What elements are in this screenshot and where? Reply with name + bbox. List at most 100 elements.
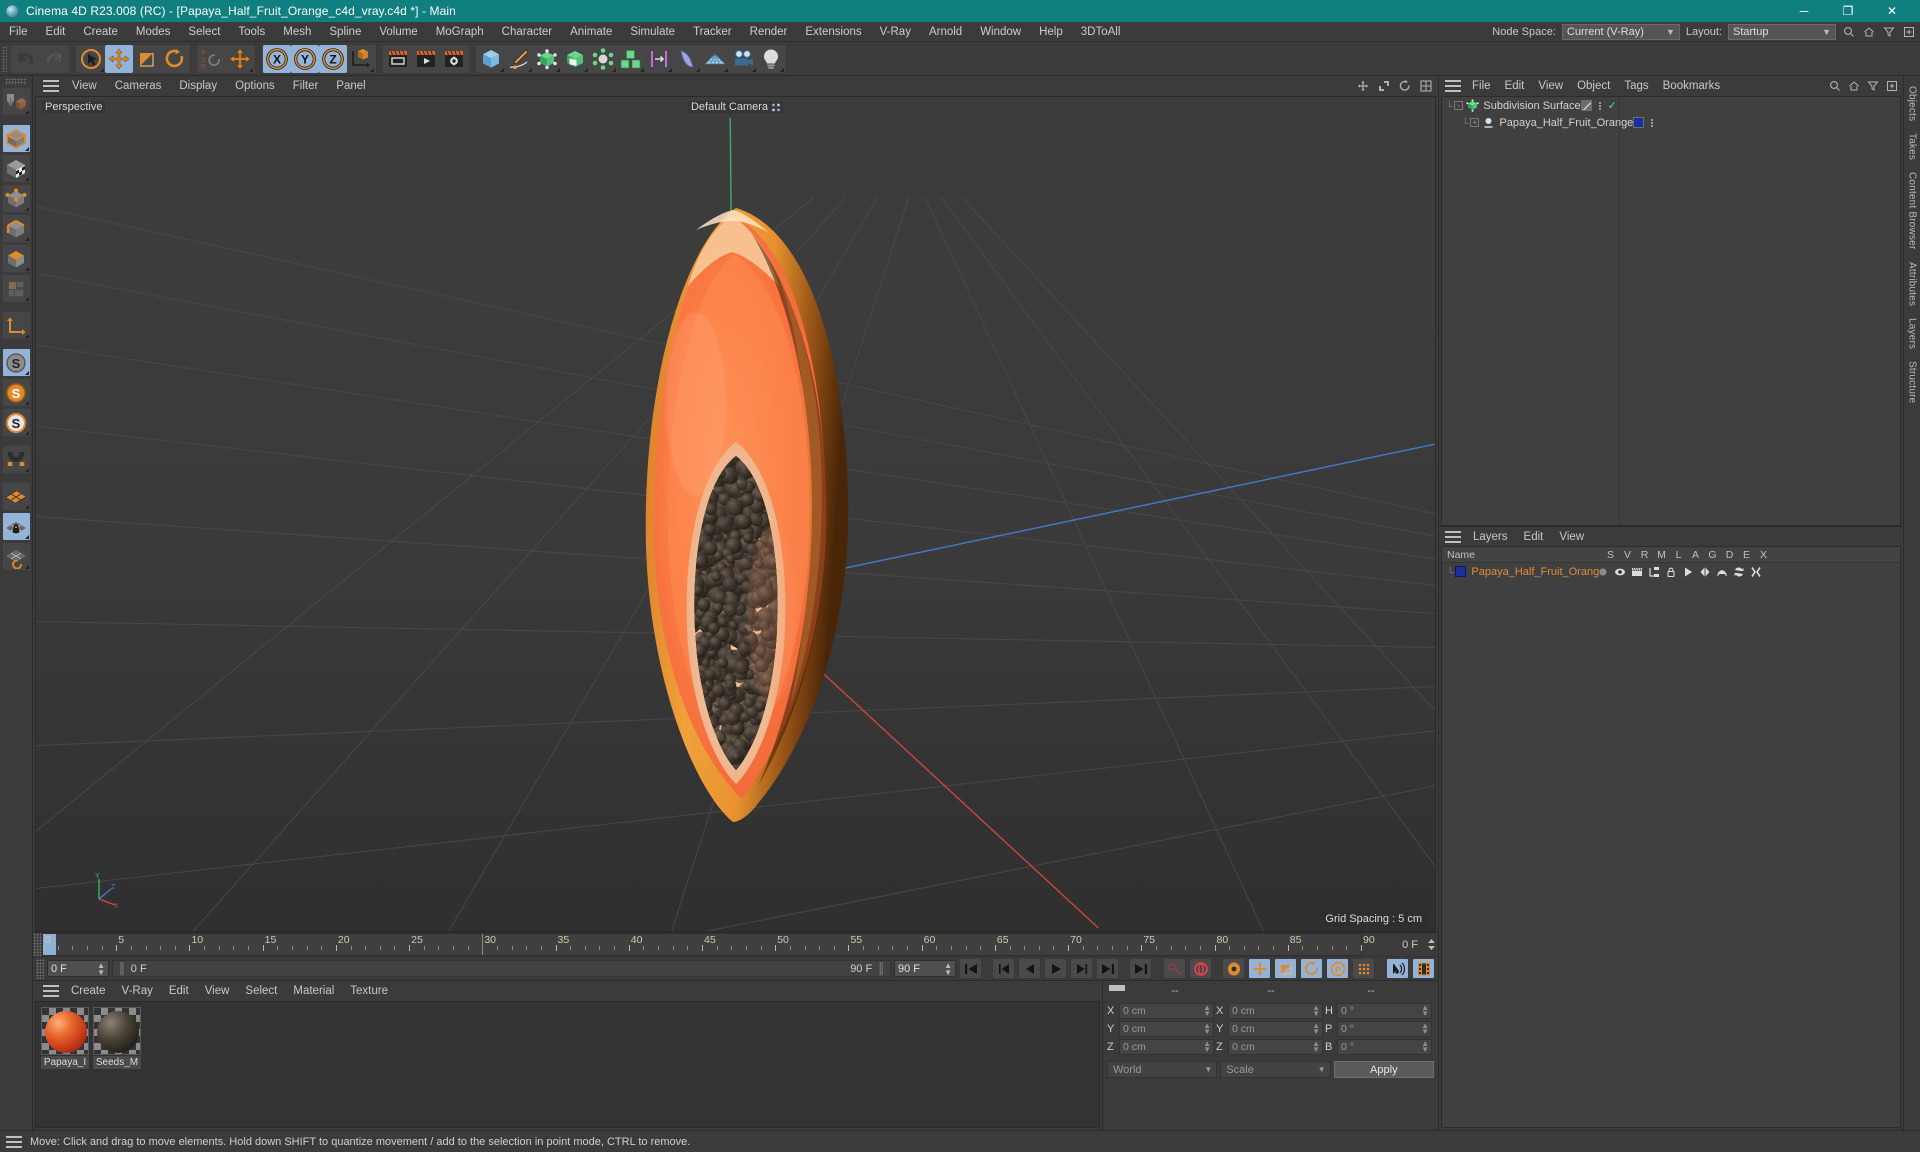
menu-item-arnold[interactable]: Arnold [920, 22, 971, 42]
maximize-view-icon[interactable] [1420, 80, 1432, 92]
menu-item-select[interactable]: Select [179, 22, 229, 42]
search-icon[interactable] [1829, 80, 1841, 92]
coord-rot-input[interactable]: 0 ° ▲ ▼ [1337, 1021, 1432, 1037]
max-frame-field[interactable]: 90 F ▲ ▼ [894, 960, 956, 977]
expander-toggle[interactable]: + [1470, 118, 1480, 127]
s-gray-icon[interactable]: S [1, 348, 31, 377]
object-menu-view[interactable]: View [1531, 76, 1570, 96]
viewport-menu-cameras[interactable]: Cameras [106, 76, 171, 96]
scene-object-icon[interactable] [561, 45, 589, 73]
deformer-icon[interactable] [1713, 566, 1730, 578]
plus-box-icon[interactable] [1886, 80, 1898, 92]
node-space-select[interactable]: Current (V-Ray) ▼ [1561, 24, 1680, 40]
stepper-icon[interactable]: ▲ ▼ [944, 962, 952, 977]
s-outline-icon[interactable]: S [1, 408, 31, 437]
model-mode-icon[interactable] [1, 124, 31, 153]
keyframe-selection-icon[interactable] [1222, 958, 1245, 979]
apply-button[interactable]: Apply [1333, 1061, 1434, 1078]
layer-menu-view[interactable]: View [1551, 527, 1592, 547]
stepper-icon[interactable]: ▲ ▼ [1421, 1004, 1429, 1018]
material-menu-v-ray[interactable]: V-Ray [114, 981, 161, 1001]
coord-size-input[interactable]: 0 cm ▲ ▼ [1228, 1021, 1323, 1037]
solo-dot-icon[interactable] [1594, 566, 1611, 578]
menu-item-create[interactable]: Create [74, 22, 127, 42]
coord-rot-input[interactable]: 0 ° ▲ ▼ [1337, 1039, 1432, 1055]
cube-primitive-icon[interactable] [477, 45, 505, 73]
expression-icon[interactable] [1730, 566, 1747, 578]
object-manager-tree[interactable]: └ - Subdivision Surface ✓ └ + Papaya_Half_Frui… [1441, 96, 1901, 526]
lock-icon[interactable] [1662, 566, 1679, 578]
menu-item-volume[interactable]: Volume [370, 22, 426, 42]
hamburger-icon[interactable] [1445, 530, 1461, 543]
grid-lock-icon[interactable] [1, 512, 31, 541]
menu-item-tools[interactable]: Tools [229, 22, 274, 42]
viewport-menu-view[interactable]: View [63, 76, 106, 96]
material-menu-texture[interactable]: Texture [342, 981, 396, 1001]
make-editable-icon[interactable] [1, 87, 31, 116]
coord-pos-input[interactable]: 0 cm ▲ ▼ [1119, 1003, 1214, 1019]
scale-icon[interactable] [133, 45, 161, 73]
material-item[interactable]: Seeds_M [93, 1007, 141, 1069]
menu-item-animate[interactable]: Animate [561, 22, 621, 42]
autokey-key-icon[interactable] [1163, 958, 1186, 979]
polygons-mode-icon[interactable] [1, 244, 31, 273]
magnet-icon[interactable] [1, 445, 31, 474]
right-tab-attributes[interactable]: Attributes [1906, 256, 1919, 312]
object-display-tag[interactable] [1580, 100, 1592, 111]
menu-item-window[interactable]: Window [971, 22, 1030, 42]
stepper-icon[interactable]: ▲ ▼ [1312, 1004, 1320, 1018]
stepper-icon[interactable]: ▲ ▼ [1312, 1040, 1320, 1054]
menu-item-render[interactable]: Render [741, 22, 797, 42]
go-to-end-icon[interactable] [1129, 958, 1152, 979]
menu-item-character[interactable]: Character [493, 22, 562, 42]
search-icon[interactable] [1842, 25, 1856, 39]
transport-drag-handle[interactable] [36, 958, 44, 979]
move-view-icon[interactable] [1357, 80, 1369, 92]
menu-item-3dtoall[interactable]: 3DToAll [1072, 22, 1130, 42]
timeline-drag-handle[interactable] [33, 933, 42, 956]
material-preview-swatch[interactable] [93, 1007, 141, 1055]
texture-mode-icon[interactable] [1, 154, 31, 183]
menu-item-modes[interactable]: Modes [127, 22, 180, 42]
rotation-key-icon[interactable] [1300, 958, 1323, 979]
object-menu-tags[interactable]: Tags [1617, 76, 1655, 96]
expander-toggle[interactable]: - [1454, 101, 1464, 110]
autokeying-icon[interactable] [1189, 958, 1212, 979]
move-icon[interactable] [105, 44, 133, 73]
y-axis-icon[interactable]: Y [291, 44, 319, 73]
menu-item-file[interactable]: File [0, 22, 37, 42]
render-settings-icon[interactable] [440, 45, 468, 73]
play-icon[interactable] [1044, 958, 1067, 979]
deformer-icon[interactable] [589, 45, 617, 73]
generator-icon[interactable] [1696, 566, 1713, 578]
floor-icon[interactable] [701, 45, 729, 73]
redo-icon[interactable] [40, 45, 68, 73]
viewport-menu-options[interactable]: Options [226, 76, 284, 96]
plus-box-icon[interactable] [1902, 25, 1916, 39]
coord-pos-input[interactable]: 0 cm ▲ ▼ [1119, 1039, 1214, 1055]
coord-rot-input[interactable]: 0 ° ▲ ▼ [1337, 1003, 1432, 1019]
cloth-icon[interactable] [673, 45, 701, 73]
go-to-start-icon[interactable] [959, 958, 982, 979]
manager-icon[interactable] [1645, 566, 1662, 578]
s-orange-icon[interactable]: S [1, 378, 31, 407]
coord-size-input[interactable]: 0 cm ▲ ▼ [1228, 1039, 1323, 1055]
minimize-button[interactable]: ─ [1782, 0, 1826, 22]
edges-mode-icon[interactable] [1, 214, 31, 243]
coordinate-mode-select[interactable]: Scale ▼ [1220, 1061, 1331, 1078]
menu-item-tracker[interactable]: Tracker [684, 22, 741, 42]
right-tab-objects[interactable]: Objects [1906, 80, 1919, 127]
filter-icon[interactable] [1867, 80, 1879, 92]
rotate-icon[interactable] [161, 45, 189, 73]
menu-item-v-ray[interactable]: V-Ray [871, 22, 920, 42]
render-view-icon[interactable] [384, 45, 412, 73]
viewport-menu-panel[interactable]: Panel [327, 76, 374, 96]
stepper-icon[interactable]: ▲ ▼ [1203, 1040, 1211, 1054]
material-item[interactable]: Papaya_I [41, 1007, 89, 1069]
object-menu-edit[interactable]: Edit [1498, 76, 1532, 96]
object-material-tag[interactable] [1633, 117, 1645, 128]
animation-icon[interactable] [1679, 566, 1696, 578]
menu-item-edit[interactable]: Edit [37, 22, 75, 42]
field-icon[interactable] [645, 45, 673, 73]
material-menu-create[interactable]: Create [63, 981, 114, 1001]
